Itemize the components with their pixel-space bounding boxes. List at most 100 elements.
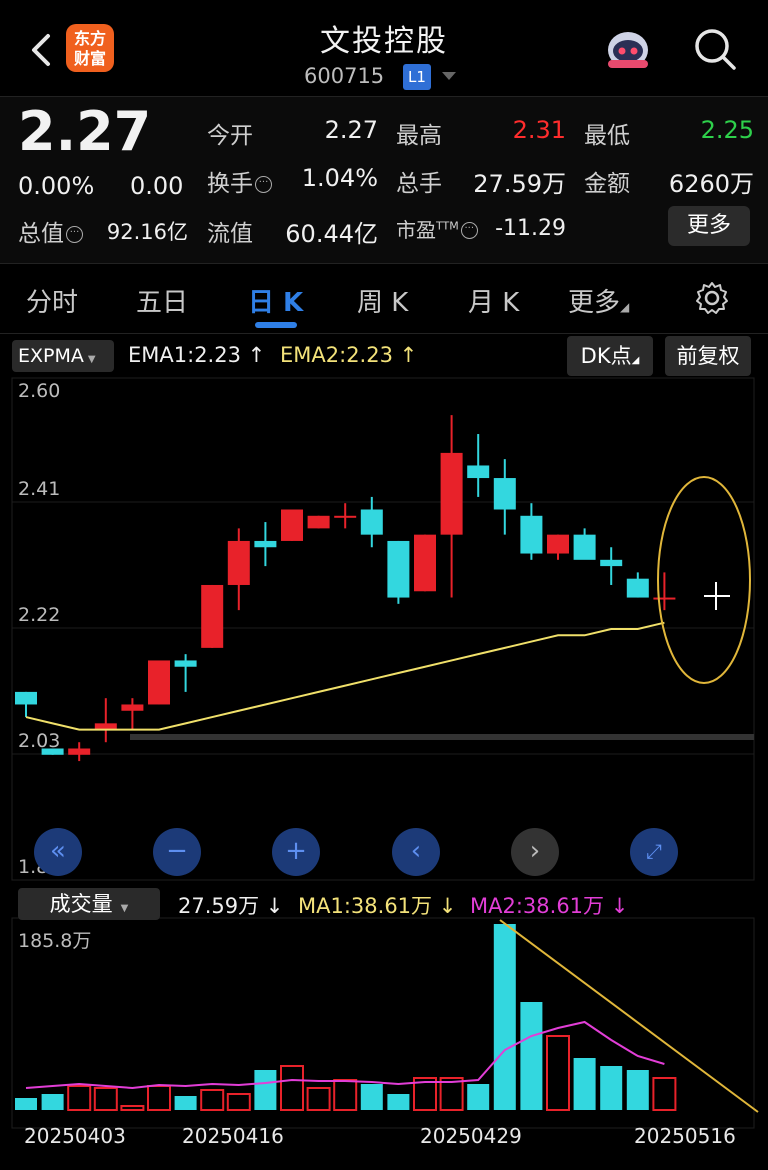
volume-bar [41,1094,64,1110]
candle [15,691,37,718]
high-label: 最高 [396,123,442,149]
expand-icon[interactable]: ⤢ [630,828,678,876]
volume-bar [200,1089,225,1111]
volume-bar [467,1084,490,1110]
volume-bar [520,1002,543,1110]
amount-value: 6260万 [668,170,754,198]
date-label: 20250403 [24,1124,126,1148]
date-label: 20250516 [634,1124,736,1148]
candle [414,534,436,592]
candle [174,654,197,692]
caret-down-icon: ▼ [120,903,129,914]
kline-chart[interactable] [0,334,768,1170]
chevron-right-icon[interactable]: › [511,828,559,876]
low-value: 2.25 [700,116,754,144]
volume-indicator-selector[interactable]: 成交量 ▼ [18,888,160,920]
candle [387,540,410,604]
pe-value: -11.29 [495,216,566,241]
volume-bar [280,1065,304,1111]
info-icon[interactable]: ··· [460,222,478,239]
volume-bar [333,1079,358,1111]
candle [254,522,277,567]
volume-bar [493,924,516,1110]
candle [334,503,357,529]
candle [573,528,596,560]
turnover-label: 换手 ··· [207,164,274,198]
candle [520,503,543,560]
tab-five-day[interactable]: 五日 [136,282,188,319]
candle [440,415,463,598]
caret-down-icon[interactable] [442,72,456,80]
volume-value: 27.59万 ↓ [178,894,284,918]
high-value: 2.31 [512,116,566,144]
tab-monthly-k[interactable]: 月 K [468,282,519,319]
minus-icon[interactable]: − [153,828,201,876]
vol-ma1-value: MA1:38.61万 ↓ [298,894,457,918]
stock-code: 600715 [304,64,385,88]
amount-label: 金额 [584,171,630,197]
plus-icon[interactable]: + [272,828,320,876]
candle [653,572,676,611]
open-value: 2.27 [324,116,378,144]
more-button[interactable]: 更多 [668,206,750,246]
eastmoney-logo: 东方 财富 [66,24,114,72]
float-label: 流值 [207,221,253,247]
volume-axis-label: 185.8万 [18,930,92,952]
candle [68,742,91,762]
volume-value: 27.59万 [473,170,566,198]
double-chevron-left-icon[interactable]: « [34,828,82,876]
volume-bar [226,1093,251,1111]
mktcap-value: 92.16亿 [106,220,188,244]
candle [227,528,250,611]
candle [467,434,490,497]
robot-avatar-icon[interactable] [604,26,652,74]
candle [307,515,330,529]
tab-weekly-k[interactable]: 周 K [357,282,408,319]
range-scrollbar [130,734,754,740]
active-tab-indicator [255,322,297,328]
level-badge[interactable]: L1 [403,64,431,90]
volume-bar [573,1058,596,1110]
highlight-circle [657,476,751,684]
info-icon[interactable]: ··· [255,176,272,193]
candle [281,509,303,541]
candle [547,534,569,560]
candle [493,459,516,535]
gear-icon[interactable] [694,280,730,316]
low-label: 最低 [584,123,630,149]
volume-bar [93,1087,118,1111]
search-icon[interactable] [692,26,738,72]
crosshair-cursor [704,582,730,610]
volume-bar [254,1070,277,1110]
open-label: 今开 [207,123,253,149]
tab-more[interactable]: 更多◢ [568,282,629,319]
volume-bar [67,1085,92,1111]
volume-bar [652,1077,677,1111]
volume-bar [546,1035,570,1111]
tab-intraday[interactable]: 分时 [26,282,78,319]
volume-bar [626,1070,649,1110]
volume-bar [15,1098,37,1110]
candle [41,748,64,755]
info-icon[interactable]: ··· [66,226,83,243]
change-percent: 0.00% [18,172,95,200]
caret-icon: ◢ [620,300,630,314]
chevron-left-icon[interactable] [22,30,62,70]
mktcap-label: 总值 ··· [18,214,85,248]
volume-bar [306,1087,331,1111]
pe-label: 市盈TTM ··· [396,214,480,243]
candle [626,572,649,598]
volume-bar [120,1105,145,1111]
candle [94,698,117,743]
candle [201,584,224,648]
volume-bar [147,1085,171,1111]
change-amount: 0.00 [130,172,184,200]
volume-bar [600,1066,623,1110]
last-price: 2.27 [18,100,152,163]
volume-bar [174,1096,197,1110]
stock-title: 文投控股 [320,24,448,59]
chevron-left-icon[interactable]: ‹ [392,828,440,876]
tab-daily-k[interactable]: 日 K [248,282,303,319]
candle [600,547,623,585]
date-label: 20250429 [420,1124,522,1148]
